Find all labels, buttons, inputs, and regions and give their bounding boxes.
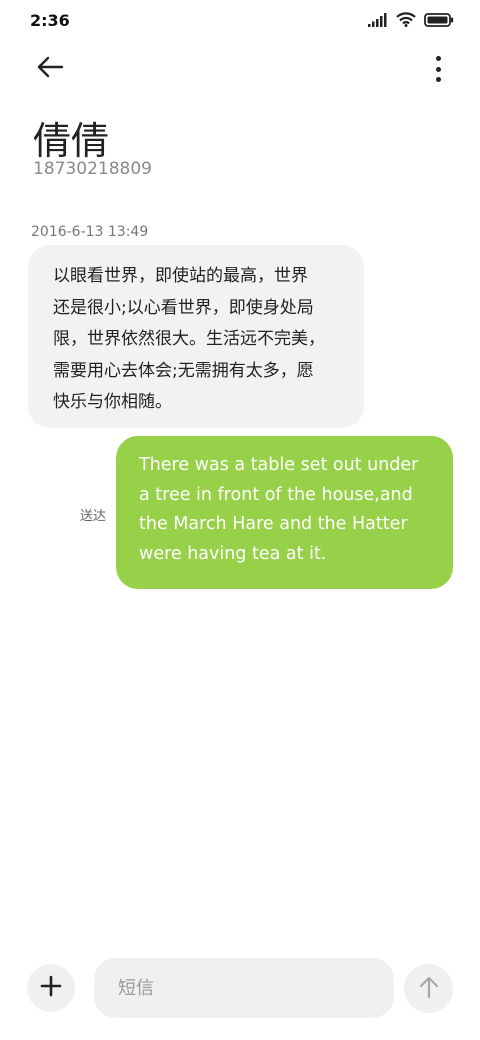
signal-icon — [368, 12, 388, 31]
send-arrow-up-icon — [418, 975, 440, 1003]
incoming-message-bubble[interactable]: 以眼看世界，即使站的最高，世界 还是很小;以心看世界，即使身处局 限，世界依然很… — [28, 245, 364, 428]
back-button[interactable] — [34, 54, 66, 84]
message-line: a tree in front of the house,and — [139, 484, 413, 505]
message-line: 快乐与你相随。 — [53, 392, 172, 412]
outgoing-message-bubble[interactable]: There was a table set out under a tree i… — [116, 436, 453, 589]
wifi-icon — [396, 12, 416, 31]
message-line: the March Hare and the Hatter — [139, 514, 408, 534]
message-line: were having tea at it. — [139, 543, 327, 564]
message-timestamp: 2016-6-13 13:49 — [31, 224, 149, 240]
message-line: 以眼看世界，即使站的最高，世界 — [53, 266, 308, 286]
message-line: 还是很小;以心看世界，即使身处局 — [53, 297, 314, 318]
more-vertical-icon-dot — [435, 66, 441, 72]
sms-conversation-screen: 2:36 倩倩 18730218809 2016-6-13 13:49 以眼看世… — [0, 0, 480, 1040]
status-bar: 2:36 — [0, 0, 480, 40]
send-button[interactable] — [404, 964, 453, 1013]
message-line: 限，世界依然很大。生活远不完美， — [53, 329, 325, 349]
delivery-status: 送达 — [80, 509, 107, 524]
more-vertical-icon-dot — [435, 77, 441, 82]
contact-number: 18730218809 — [33, 159, 152, 179]
status-time: 2:36 — [30, 11, 70, 30]
status-icons — [368, 12, 454, 31]
more-options-button[interactable] — [432, 56, 444, 82]
more-vertical-icon-dot — [435, 56, 441, 61]
add-attachment-button[interactable] — [27, 964, 75, 1012]
contact-name: 倩倩 — [33, 119, 110, 163]
message-input[interactable] — [94, 958, 394, 1018]
battery-icon — [424, 12, 454, 31]
message-line: 需要用心去体会;无需拥有太多，愿 — [53, 360, 314, 381]
plus-icon — [40, 975, 62, 1001]
back-arrow-icon — [36, 56, 64, 82]
message-line: There was a table set out under — [139, 455, 419, 475]
